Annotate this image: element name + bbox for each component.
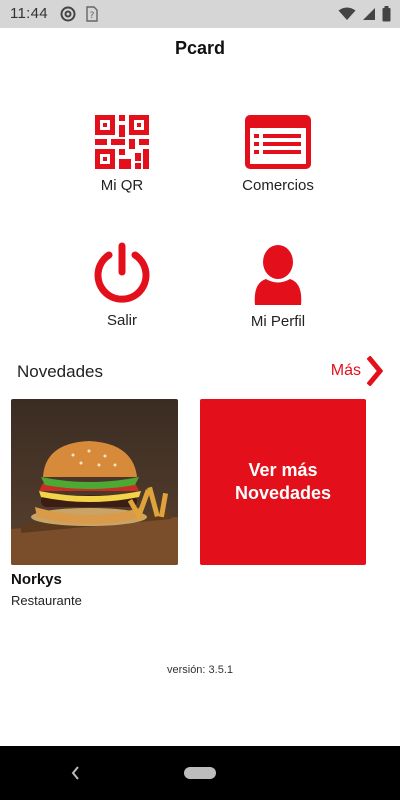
more-news-link[interactable]: Más [331,356,383,386]
no-sim-icon: ? [86,6,98,22]
status-left-icons: ? [60,6,98,22]
comercios-label: Comercios [242,177,314,194]
mi-perfil-button[interactable]: Mi Perfil [203,245,353,330]
battery-icon [382,6,391,22]
home-button[interactable] [184,767,216,779]
power-icon [94,242,150,303]
page-title: Pcard [174,38,226,58]
status-bar: 11:44 ? [0,0,400,28]
app-version: versión: 3.5.1 [166,664,234,676]
chevron-right-icon [367,356,383,386]
back-icon[interactable] [68,762,82,784]
news-card-norkys[interactable]: Norkys Restaurante [11,399,178,608]
salir-label: Salir [106,312,137,329]
see-more-news-text: Ver más Novedades [234,460,332,503]
store-list-icon [245,115,311,169]
more-link-label: Más [330,362,361,379]
svg-text:?: ? [90,11,95,21]
navigation-bar [0,746,400,800]
wifi-icon [338,7,356,20]
burger-photo [11,399,178,565]
mi-qr-button[interactable]: Mi QR [47,115,197,194]
see-more-news-card[interactable]: Ver más Novedades [200,399,366,565]
comercios-button[interactable]: Comercios [203,115,353,194]
qr-code-icon [95,115,149,169]
news-section-title: Novedades [17,362,104,381]
signal-icon [363,8,375,20]
salir-button[interactable]: Salir [47,242,197,329]
news-card-type: Restaurante [11,593,82,608]
user-icon [254,245,302,305]
at-sign-icon [60,6,76,22]
mi-qr-label: Mi QR [100,177,144,194]
news-card-name: Norkys [11,571,62,588]
status-right-icons [338,6,391,22]
status-time: 11:44 [10,5,48,22]
mi-perfil-label: Mi Perfil [250,313,306,330]
